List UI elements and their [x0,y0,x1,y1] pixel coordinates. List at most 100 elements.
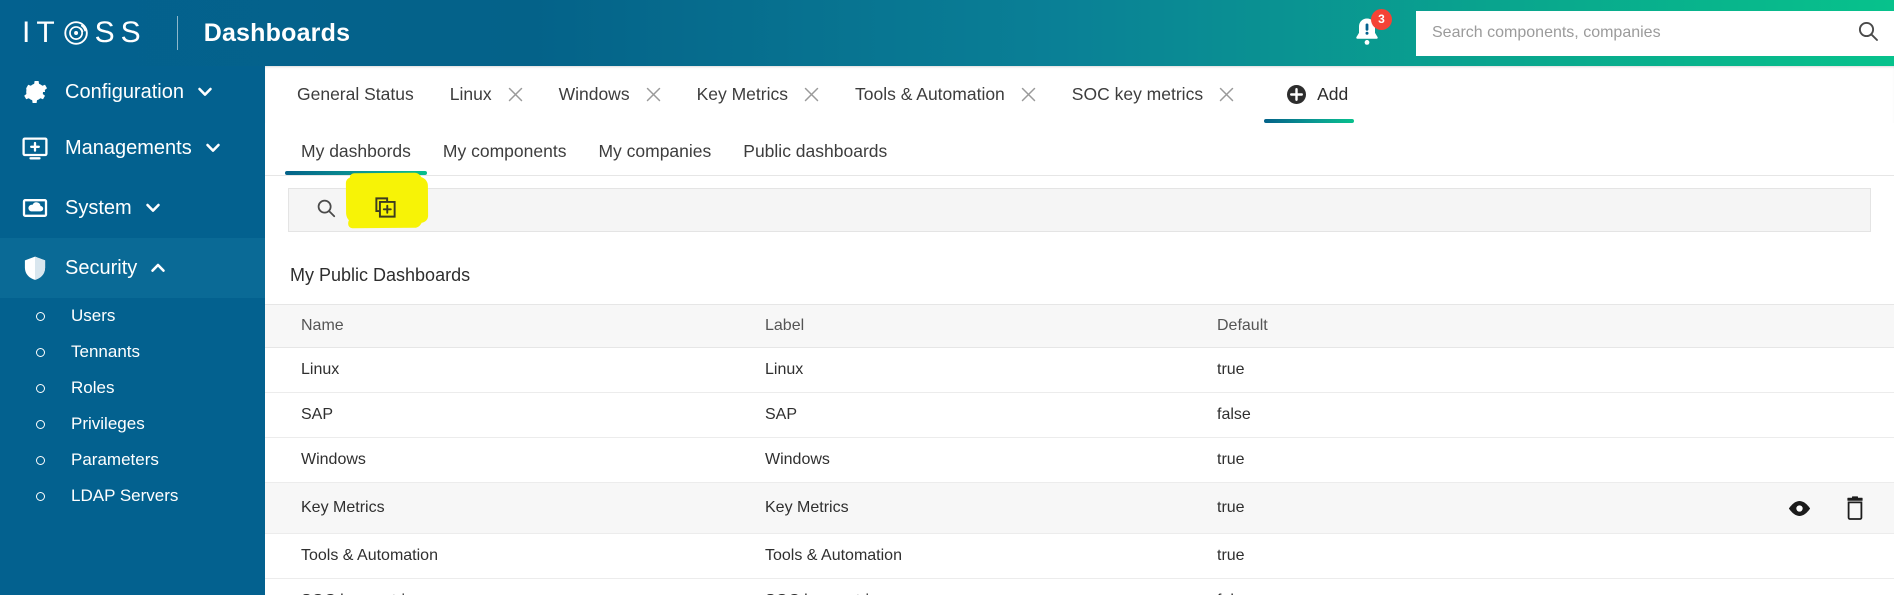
sidebar-item-ldap-servers[interactable]: LDAP Servers [0,478,265,514]
bullet-icon [36,455,45,465]
bell-alert-icon [1350,18,1384,55]
tab-label: Linux [449,84,492,104]
cloud-box-icon [20,193,50,223]
tab-soc-key-metrics[interactable]: SOC key metrics [1054,66,1252,123]
top-header-bar: IT SS Dashboards 3 Search components, co… [0,0,1894,66]
sidebar-item-managements[interactable]: Managements [0,118,265,178]
close-icon[interactable] [1021,87,1036,102]
cell-default: true [1205,482,1665,534]
table-row[interactable]: SOC key metrics SOC key metrics false [265,578,1894,595]
sidebar-sublabel: Tennants [71,342,140,361]
toolbar-container [265,176,1894,232]
table-body: Linux Linux true SAP SAP false Windows W… [265,347,1894,595]
section-title: My Public Dashboards [290,265,471,285]
page-title: Dashboards [203,18,351,47]
sidebar-sublabel: Parameters [71,450,159,469]
column-header-label[interactable]: Label [753,304,1205,348]
sidebar-item-security[interactable]: Security [0,238,265,298]
chevron-down-icon[interactable] [203,138,223,158]
table-row[interactable]: Windows Windows true [265,437,1894,483]
cell-actions [1665,533,1894,579]
column-header-actions [1665,304,1894,348]
bullet-icon [36,491,45,501]
close-icon[interactable] [1219,87,1234,102]
bullet-icon [36,347,45,357]
header-right-area: 3 [1350,0,1894,66]
cell-default: false [1205,578,1665,595]
cell-label: Tools & Automation [753,533,1205,579]
cell-actions [1665,347,1894,393]
main-content-area: General Status Linux Windows Key Metrics [265,66,1894,595]
table-row[interactable]: Tools & Automation Tools & Automation tr… [265,533,1894,579]
sidebar-item-system[interactable]: System [0,178,265,238]
trash-icon[interactable] [1844,496,1866,520]
sidebar-label: Security [65,256,138,279]
add-dashboard-button[interactable] [345,176,429,231]
radar-target-icon [62,18,92,48]
table-row[interactable]: Linux Linux true [265,347,1894,393]
public-dashboards-table: Name Label Default Linux Linux true SAP [265,304,1894,595]
close-icon[interactable] [804,87,819,102]
sidebar-label: Configuration [65,80,184,103]
cell-default: false [1205,392,1665,438]
itoss-logo[interactable]: IT SS [22,16,147,50]
chevron-down-icon[interactable] [195,82,215,102]
active-tab-underline [1264,119,1355,123]
sidebar-sublabel: Roles [71,378,115,397]
subtab-label: My dashbords [301,141,411,161]
logo-text-right: SS [94,16,147,49]
tab-key-metrics[interactable]: Key Metrics [679,66,837,123]
cell-name: Key Metrics [265,482,753,534]
notifications-button[interactable]: 3 [1350,9,1392,55]
subtab-my-components[interactable]: My components [427,141,583,175]
chevron-up-icon[interactable] [148,258,168,278]
chevron-down-icon[interactable] [143,198,163,218]
cell-actions [1665,392,1894,438]
sidebar-item-parameters[interactable]: Parameters [0,442,265,478]
cell-label: Key Metrics [753,482,1205,534]
tab-general-status[interactable]: General Status [279,66,432,123]
search-icon[interactable] [1856,19,1880,48]
tab-windows[interactable]: Windows [541,66,679,123]
subtab-my-dashbords[interactable]: My dashbords [285,141,427,175]
sidebar-item-privileges[interactable]: Privileges [0,406,265,442]
subtab-my-companies[interactable]: My companies [582,141,727,175]
column-header-name[interactable]: Name [265,304,753,348]
shield-icon [20,253,50,283]
subtab-public-dashboards[interactable]: Public dashboards [727,141,903,175]
sidebar-item-configuration[interactable]: Configuration [0,66,265,118]
column-header-default[interactable]: Default [1205,304,1665,348]
dashboard-toolbar [288,176,1871,232]
global-search[interactable] [1416,10,1894,56]
eye-icon[interactable] [1787,499,1812,518]
circle-plus-icon [1286,84,1307,105]
add-dashboard-tab[interactable]: Add [1252,66,1366,123]
tab-tools-automation[interactable]: Tools & Automation [837,66,1054,123]
sidebar-navigation: Configuration Managements System Securit… [0,66,265,595]
table-row[interactable]: Key Metrics Key Metrics true [265,482,1894,534]
tab-label: SOC key metrics [1071,84,1204,104]
search-input[interactable] [1432,24,1856,42]
subtab-label: Public dashboards [743,141,888,161]
sidebar-item-tennants[interactable]: Tennants [0,334,265,370]
logo-text-left: IT [22,16,61,49]
sidebar-item-roles[interactable]: Roles [0,370,265,406]
sidebar-label: Managements [65,136,192,159]
cell-label: SAP [753,392,1205,438]
cell-label: Linux [753,347,1205,393]
cell-actions [1665,578,1894,595]
table-header: Name Label Default [265,304,1894,348]
toolbar-search-button[interactable] [303,189,349,231]
brand-area[interactable]: IT SS Dashboards [0,0,350,66]
tab-label: General Status [297,84,414,104]
close-icon[interactable] [646,87,661,102]
cell-default: true [1205,533,1665,579]
tab-linux[interactable]: Linux [432,66,541,123]
security-submenu: Users Tennants Roles Privileges Paramete… [0,298,265,514]
table-row[interactable]: SAP SAP false [265,392,1894,438]
sidebar-item-users[interactable]: Users [0,298,265,334]
sidebar-sublabel: Users [71,306,116,325]
close-icon[interactable] [508,87,523,102]
sidebar-sublabel: LDAP Servers [71,486,179,505]
sidebar-sublabel: Privileges [71,414,145,433]
